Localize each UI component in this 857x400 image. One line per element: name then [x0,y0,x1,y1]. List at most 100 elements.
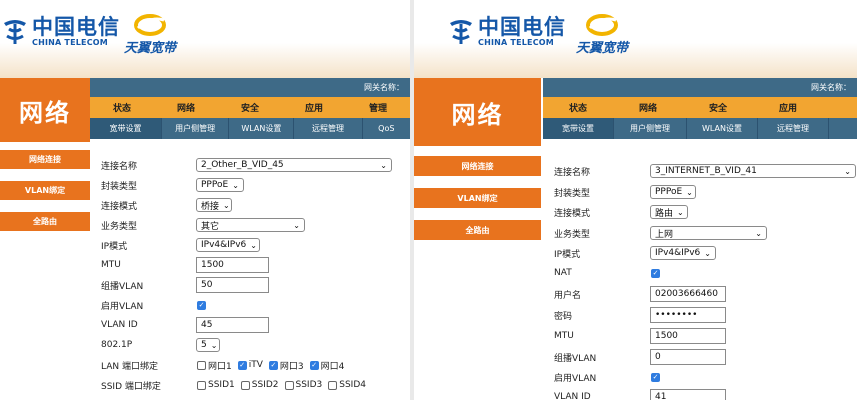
service-select[interactable]: 其它 ⌄ [196,218,305,232]
vlan-id-input[interactable]: 41 [650,389,726,400]
mode-select[interactable]: 桥接 ⌄ [196,198,232,212]
tianyi-logo-text: 天翼宽带 [576,41,629,56]
sub-nav: 宽带设置 用户侧管理 WLAN设置 远程管理 QoS [90,118,410,139]
conn-name-select[interactable]: 3_INTERNET_B_VID_41 ⌄ [650,164,856,178]
ssid-binding-label: SSID 端口绑定 [101,381,161,392]
tab-status[interactable]: 状态 [543,97,613,118]
gateway-name-bar: 网关名称： [90,78,410,97]
tab-security[interactable]: 安全 [683,97,753,118]
chevron-down-icon: ⌄ [293,220,300,230]
header: 中国电信 CHINA TELECOM 天翼宽带 [414,0,857,78]
service-select[interactable]: 上网 ⌄ [650,226,767,240]
sidebar-item-network-connection[interactable]: 网络连接 [0,150,90,169]
service-label: 业务类型 [101,221,138,232]
logo-chinese-text: 中国电信 [32,14,120,39]
mcast-vlan-label: 组播VLAN [101,281,144,292]
tab-apps[interactable]: 应用 [753,97,823,118]
nat-checkbox[interactable]: ✓ [651,268,660,278]
service-label: 业务类型 [554,229,591,240]
tab-security[interactable]: 安全 [218,97,282,118]
ssid-2-checkbox[interactable] [240,380,250,390]
lan-binding-label: LAN 端口绑定 [101,361,158,372]
checkmark-icon: ✓ [652,373,659,381]
password-input[interactable]: •••••••• [650,307,726,323]
p8021-label: 802.1P [101,340,133,350]
lan-port-label: iTV [248,360,263,370]
sidebar-item-network-connection[interactable]: 网络连接 [414,156,541,176]
mcast-vlan-input[interactable]: 50 [196,277,269,293]
tianyi-logo-icon [586,14,618,36]
sidebar-item-vlan-binding[interactable]: VLAN绑定 [414,188,541,208]
ssid-label: SSID3 [295,380,323,390]
chevron-down-icon: ⌄ [250,240,257,250]
lan-port-1-checkbox[interactable] [197,360,206,370]
mcast-vlan-input[interactable]: 0 [650,349,726,365]
ssid-3-checkbox[interactable] [284,380,294,390]
lan-port-itv-checkbox[interactable]: ✓ [237,360,247,370]
chevron-down-icon: ⌄ [223,200,230,210]
encap-select[interactable]: PPPoE ⌄ [196,178,244,192]
vlan-enable-checkbox[interactable]: ✓ [197,300,206,310]
encap-select[interactable]: PPPoE ⌄ [650,185,696,199]
chevron-down-icon: ⌄ [677,207,684,217]
mtu-input[interactable]: 1500 [650,328,726,344]
sidebar-item-full-route[interactable]: 全路由 [0,212,90,231]
sidebar-item-full-route[interactable]: 全路由 [414,220,541,240]
tab-status[interactable]: 状态 [90,97,154,118]
tab-network[interactable]: 网络 [154,97,218,118]
ssid-label: SSID2 [251,380,279,390]
left-screenshot-panel: 中国电信 CHINA TELECOM 天翼宽带 网络 网络连接 VLAN绑定 全… [0,0,410,400]
ipmode-label: IP模式 [101,241,128,252]
encap-label: 封装类型 [554,188,591,199]
mtu-input[interactable]: 1500 [196,257,269,273]
subtab-user-side[interactable]: 用户侧管理 [614,118,687,139]
vlan-enable-checkbox[interactable]: ✓ [651,372,660,382]
username-input[interactable]: 02003666460 [650,286,726,302]
subtab-wlan[interactable]: WLAN设置 [687,118,758,139]
gateway-name-label: 网关名称： [811,83,851,92]
checkmark-icon: ✓ [311,361,318,369]
subtab-wlan[interactable]: WLAN设置 [229,118,295,139]
ssid-label: SSID4 [339,380,366,390]
vlan-id-input[interactable]: 45 [196,317,269,333]
subtab-remote[interactable]: 远程管理 [294,118,363,139]
checkmark-icon: ✓ [198,301,205,309]
conn-name-label: 连接名称 [101,161,138,172]
sub-nav: 宽带设置 用户侧管理 WLAN设置 远程管理 [543,118,857,139]
tab-management[interactable]: 管理 [346,97,410,118]
subtab-qos[interactable]: QoS [363,118,410,139]
mode-label: 连接模式 [101,201,138,212]
ssid-4-checkbox[interactable] [328,380,338,390]
p8021-select[interactable]: 5 ⌄ [196,338,220,352]
subtab-remote[interactable]: 远程管理 [758,118,829,139]
chevron-down-icon: ⌄ [210,340,218,350]
encap-label: 封装类型 [101,181,138,192]
conn-name-select[interactable]: 2_Other_B_VID_45 ⌄ [196,158,392,172]
mode-label: 连接模式 [554,208,591,219]
ipmode-select[interactable]: IPv4&IPv6 ⌄ [196,238,260,252]
ssid-1-checkbox[interactable] [197,380,206,390]
chevron-down-icon: ⌄ [844,166,851,176]
mtu-label: MTU [101,260,121,270]
chevron-down-icon: ⌄ [686,187,693,197]
ipmode-select[interactable]: IPv4&IPv6 ⌄ [650,246,716,260]
sidebar-item-vlan-binding[interactable]: VLAN绑定 [0,181,90,200]
ssid-group: SSID1 SSID2 SSID3 SSID4 [197,380,372,390]
chevron-down-icon: ⌄ [232,180,239,190]
subtab-broadband[interactable]: 宽带设置 [543,118,614,139]
vlan-enable-label: 启用VLAN [554,373,597,384]
main-nav: 状态 网络 安全 应用 管理 [90,97,410,118]
tab-apps[interactable]: 应用 [282,97,346,118]
gateway-name-bar: 网关名称： [543,78,857,97]
tianyi-logo: 天翼宽带 [124,14,176,56]
subtab-broadband[interactable]: 宽带设置 [90,118,163,139]
china-telecom-logo: 中国电信 CHINA TELECOM [446,16,566,48]
lan-port-3-checkbox[interactable]: ✓ [268,360,278,370]
mode-select[interactable]: 路由 ⌄ [650,205,688,219]
subtab-user-side[interactable]: 用户侧管理 [162,118,230,139]
username-label: 用户名 [554,290,582,301]
logo-english-text: CHINA TELECOM [478,38,554,47]
chevron-down-icon: ⌄ [380,160,387,170]
tab-network[interactable]: 网络 [613,97,683,118]
lan-port-4-checkbox[interactable]: ✓ [309,360,319,370]
